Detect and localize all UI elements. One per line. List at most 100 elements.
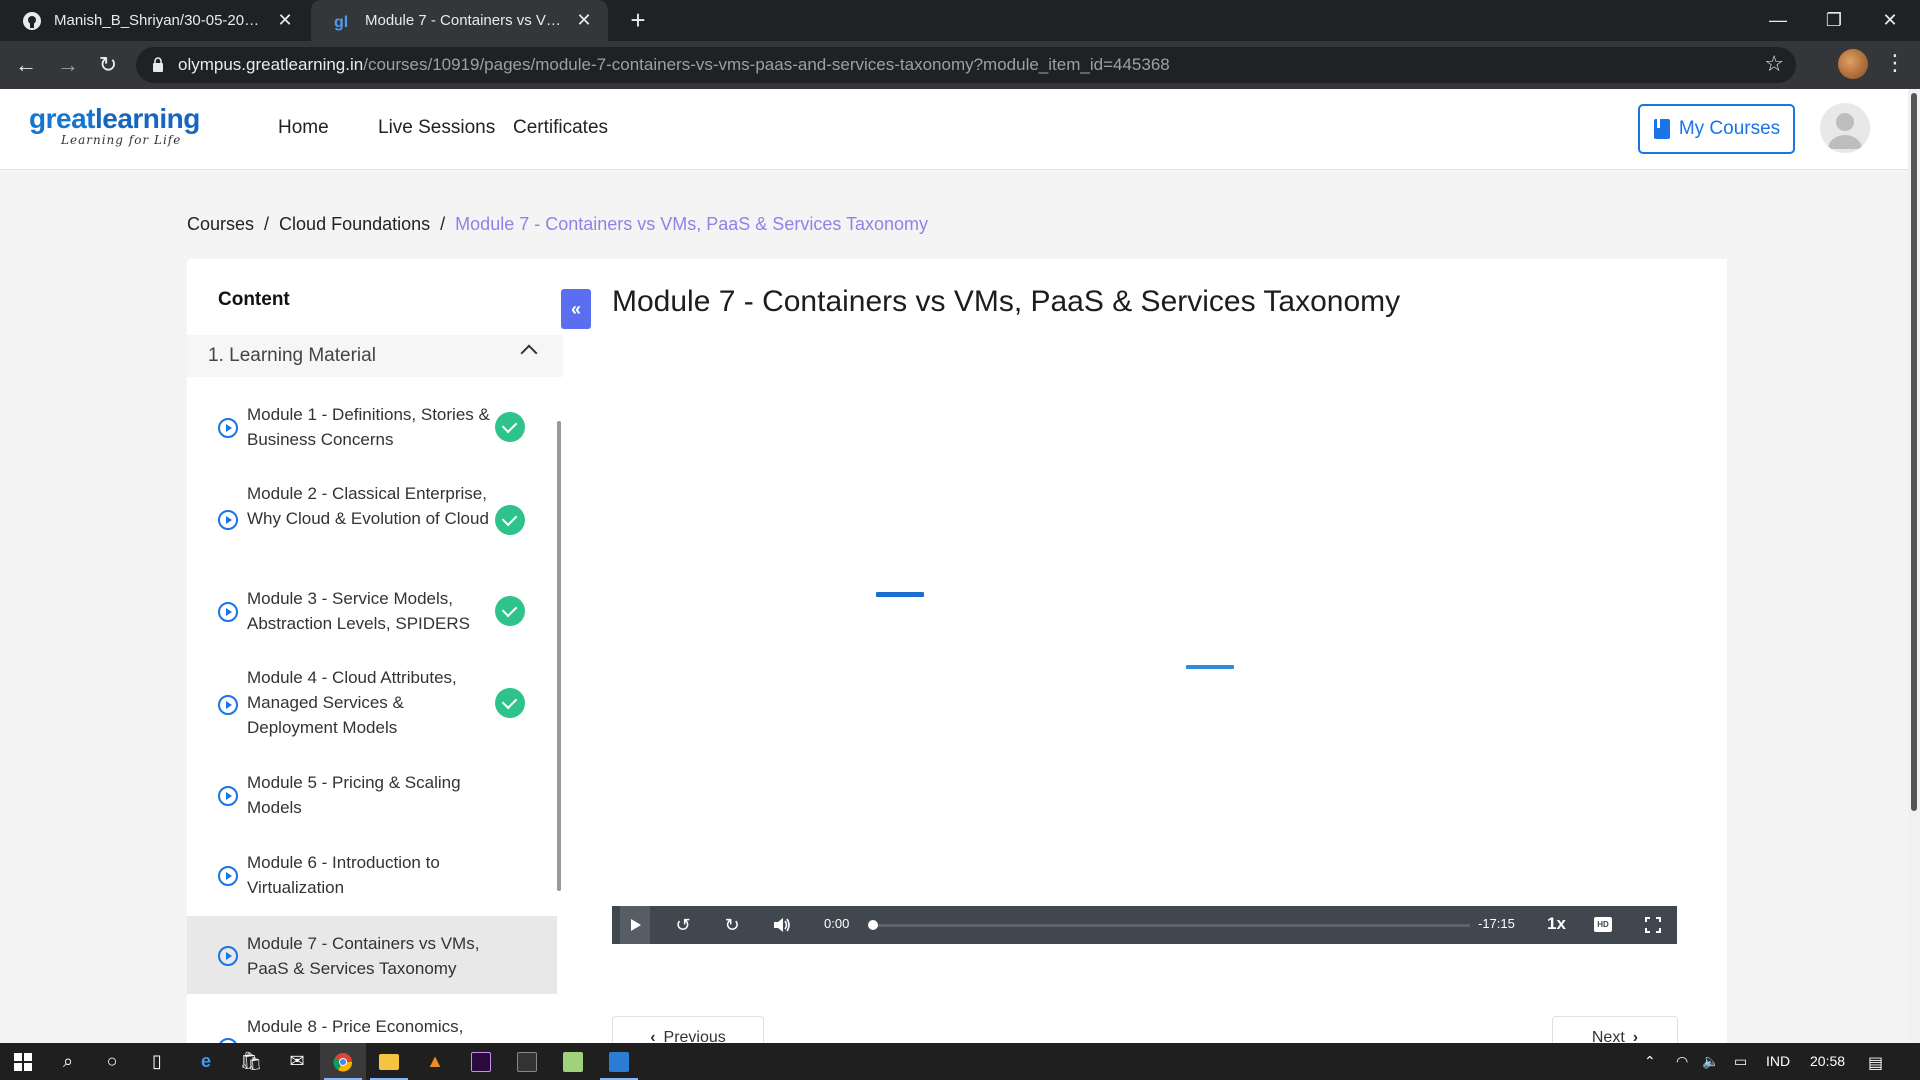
breadcrumb-separator: /	[440, 214, 446, 234]
browser-tab-module7[interactable]: gl Module 7 - Containers vs VMs, Pa ✕	[311, 0, 608, 41]
fullscreen-icon[interactable]	[1638, 906, 1668, 944]
module-item-2[interactable]: Module 2 - Classical Enterprise, Why Clo…	[187, 473, 557, 569]
play-icon[interactable]	[620, 906, 650, 944]
play-circle-icon	[218, 695, 238, 715]
module-label: Module 2 - Classical Enterprise, Why Clo…	[247, 484, 489, 528]
browser-tab-github[interactable]: Manish_B_Shriyan/30-05-2020(D ✕	[0, 0, 309, 41]
cortana-icon[interactable]: ○	[89, 1043, 135, 1080]
page-title: Module 7 - Containers vs VMs, PaaS & Ser…	[612, 285, 1401, 318]
seek-knob[interactable]	[868, 920, 878, 930]
windows-taskbar: ⌕ ○ ▯ e 🛍 ✉ ▲ ⌃ ◠ 🔈 ▭ IND 20:58 ▤	[0, 1043, 1920, 1080]
vlc-icon[interactable]: ▲	[412, 1043, 458, 1080]
nav-home[interactable]: Home	[278, 117, 329, 139]
module-item-8[interactable]: Module 8 - Price Economics, Data	[187, 1002, 557, 1043]
section-learning-material[interactable]: 1. Learning Material	[187, 335, 563, 377]
bookmark-star-icon[interactable]: ☆	[1764, 51, 1784, 77]
notifications-icon[interactable]: ▤	[1868, 1053, 1883, 1073]
chrome-icon[interactable]	[320, 1043, 366, 1080]
tab-title: Module 7 - Containers vs VMs, Pa	[365, 12, 566, 29]
word-icon[interactable]	[596, 1043, 642, 1080]
search-icon[interactable]: ⌕	[45, 1043, 91, 1080]
page-scrollbar[interactable]	[1908, 89, 1920, 1043]
svg-text:gl: gl	[334, 14, 348, 31]
github-icon	[22, 11, 42, 31]
module-label: Module 1 - Definitions, Stories & Busine…	[247, 405, 490, 449]
my-courses-button[interactable]: My Courses	[1638, 104, 1795, 154]
close-window-icon[interactable]: ✕	[1862, 0, 1918, 41]
logo-tagline: Learning for Life	[61, 133, 182, 147]
playback-speed[interactable]: 1x	[1547, 914, 1566, 934]
address-bar[interactable]: olympus.greatlearning.in/courses/10919/p…	[136, 47, 1796, 83]
logo-word-learning: learning	[94, 103, 200, 134]
new-tab-button[interactable]: +	[624, 6, 652, 34]
restore-window-icon[interactable]: ❐	[1806, 0, 1862, 41]
previous-button[interactable]: ‹ Previous	[612, 1016, 764, 1043]
completed-check-icon	[495, 688, 525, 718]
breadcrumb-courses[interactable]: Courses	[187, 214, 254, 234]
close-tab-icon[interactable]: ✕	[275, 10, 295, 31]
play-circle-icon	[218, 418, 238, 438]
edge-icon[interactable]: e	[183, 1043, 229, 1080]
nav-certificates[interactable]: Certificates	[513, 117, 608, 139]
module-item-5[interactable]: Module 5 - Pricing & Scaling Models	[187, 761, 557, 829]
lock-icon	[153, 57, 163, 72]
clock[interactable]: 20:58	[1810, 1053, 1845, 1069]
wifi-icon[interactable]: ◠	[1676, 1053, 1688, 1070]
volume-icon[interactable]	[767, 906, 797, 944]
premiere-pro-icon[interactable]	[458, 1043, 504, 1080]
breadcrumb-cloud-foundations[interactable]: Cloud Foundations	[279, 214, 430, 234]
reload-icon[interactable]: ↻	[94, 51, 122, 79]
file-explorer-icon[interactable]	[366, 1043, 412, 1080]
chevron-up-icon[interactable]	[520, 344, 538, 362]
windows-start-icon[interactable]	[0, 1043, 46, 1080]
play-circle-icon	[218, 946, 238, 966]
hd-quality-icon[interactable]: HD	[1594, 917, 1612, 932]
nav-live-sessions[interactable]: Live Sessions	[378, 117, 495, 139]
browser-menu-icon[interactable]: ⋮	[1884, 50, 1906, 76]
greatlearning-logo[interactable]: greatlearning Learning for Life	[29, 103, 200, 148]
url-path: /courses/10919/pages/module-7-containers…	[363, 55, 1170, 74]
forward-icon[interactable]: ↻	[717, 906, 747, 944]
sidebar-title: Content	[218, 289, 290, 310]
task-view-icon[interactable]: ▯	[134, 1043, 180, 1080]
close-tab-icon[interactable]: ✕	[574, 10, 594, 31]
breadcrumb: Courses / Cloud Foundations / Module 7 - Con…	[187, 214, 928, 235]
play-circle-icon	[218, 602, 238, 622]
language-indicator[interactable]: IND	[1766, 1053, 1790, 1069]
back-icon[interactable]: ←	[12, 51, 40, 79]
seek-bar[interactable]	[876, 924, 1470, 927]
content-sidebar: Content 1. Learning Material Module 1 - …	[187, 259, 563, 1043]
module-item-4[interactable]: Module 4 - Cloud Attributes, Managed Ser…	[187, 657, 557, 753]
module-item-1[interactable]: Module 1 - Definitions, Stories & Busine…	[187, 393, 557, 461]
module-item-6[interactable]: Module 6 - Introduction to Virtualizatio…	[187, 841, 557, 909]
minimize-window-icon[interactable]: —	[1750, 0, 1806, 41]
module-item-7[interactable]: Module 7 - Containers vs VMs, PaaS & Ser…	[187, 916, 557, 994]
module-label: Module 8 - Price Economics, Data	[247, 1017, 464, 1043]
video-player-controls: ↺ ↻ 0:00 -17:15 1x HD	[612, 906, 1677, 944]
user-avatar[interactable]	[1820, 103, 1870, 153]
module-label: Module 6 - Introduction to Virtualizatio…	[247, 853, 440, 897]
my-courses-label: My Courses	[1678, 118, 1781, 139]
collapse-sidebar-button[interactable]: «	[561, 289, 591, 329]
completed-check-icon	[495, 596, 525, 626]
next-button[interactable]: Next ›	[1552, 1016, 1678, 1043]
forward-icon[interactable]: →	[54, 51, 82, 79]
scrollbar-thumb[interactable]	[1911, 93, 1917, 811]
mail-icon[interactable]: ✉	[274, 1043, 320, 1080]
site-header: greatlearning Learning for Life Home Liv…	[0, 89, 1908, 170]
module-label: Module 7 - Containers vs VMs, PaaS & Ser…	[247, 934, 480, 978]
browser-profile-avatar[interactable]	[1838, 49, 1868, 79]
notion-icon[interactable]	[504, 1043, 550, 1080]
rewind-icon[interactable]: ↺	[668, 906, 698, 944]
play-circle-icon	[218, 510, 238, 530]
battery-icon[interactable]: ▭	[1734, 1053, 1747, 1070]
speaker-icon[interactable]: 🔈	[1702, 1053, 1719, 1070]
greatlearning-icon: gl	[333, 11, 353, 31]
tray-chevron-up-icon[interactable]: ⌃	[1644, 1053, 1656, 1070]
store-icon[interactable]: 🛍	[228, 1043, 274, 1080]
module-list-scrollbar[interactable]	[557, 421, 561, 891]
module-item-3[interactable]: Module 3 - Service Models, Abstraction L…	[187, 577, 557, 645]
notepad-icon[interactable]	[550, 1043, 596, 1080]
main-content: Module 7 - Containers vs VMs, PaaS & Ser…	[563, 259, 1727, 1043]
remaining-time: -17:15	[1478, 916, 1515, 931]
